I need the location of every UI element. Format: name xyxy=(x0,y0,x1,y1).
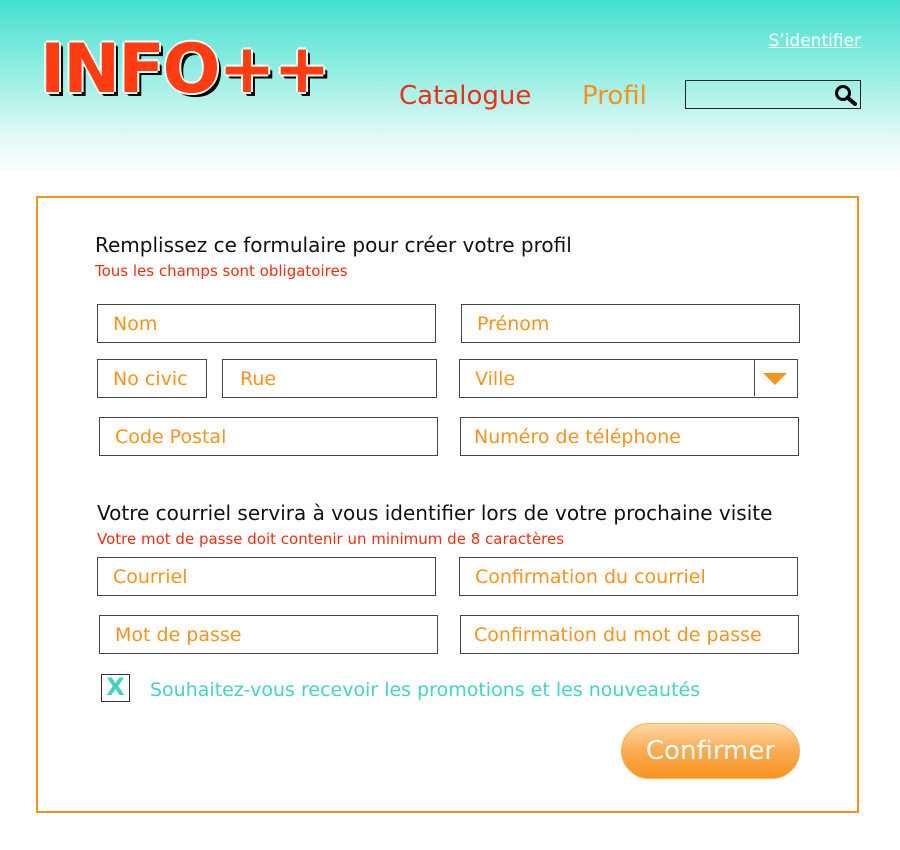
confirm-password-field[interactable]: Confirmation du mot de passe xyxy=(460,615,799,654)
section-heading-courriel: Votre courriel servira à vous identifier… xyxy=(97,501,773,525)
prenom-field[interactable]: Prénom xyxy=(461,304,800,343)
nav-profil[interactable]: Profil xyxy=(582,81,647,111)
password-field[interactable]: Mot de passe xyxy=(99,615,438,654)
confirm-password-placeholder: Confirmation du mot de passe xyxy=(474,624,762,646)
no-civic-field[interactable]: No civic xyxy=(97,359,207,398)
code-postal-field[interactable]: Code Postal xyxy=(99,417,438,456)
confirm-courriel-field[interactable]: Confirmation du courriel xyxy=(459,557,798,596)
header: INFO++ S’identifier Catalogue Profil xyxy=(0,0,900,175)
courriel-field[interactable]: Courriel xyxy=(97,557,436,596)
promo-checkbox[interactable]: X xyxy=(101,674,130,702)
courriel-placeholder: Courriel xyxy=(113,566,188,588)
telephone-placeholder: Numéro de téléphone xyxy=(474,426,681,448)
search-input[interactable] xyxy=(685,80,861,109)
promo-checkbox-label[interactable]: Souhaitez-vous recevoir les promotions e… xyxy=(150,679,700,701)
telephone-field[interactable]: Numéro de téléphone xyxy=(460,417,799,456)
rue-field[interactable]: Rue xyxy=(222,359,437,398)
no-civic-placeholder: No civic xyxy=(113,368,188,390)
section-heading-profile: Remplissez ce formulaire pour créer votr… xyxy=(95,233,572,257)
chevron-down-icon[interactable] xyxy=(763,373,787,385)
password-note: Votre mot de passe doit contenir un mini… xyxy=(97,530,565,548)
code-postal-placeholder: Code Postal xyxy=(115,426,227,448)
select-divider xyxy=(753,360,755,396)
confirm-courriel-placeholder: Confirmation du courriel xyxy=(475,566,706,588)
logo: INFO++ xyxy=(40,30,330,109)
nav-catalogue[interactable]: Catalogue xyxy=(399,81,531,111)
signin-link[interactable]: S’identifier xyxy=(769,31,862,51)
rue-placeholder: Rue xyxy=(240,368,277,390)
ville-placeholder: Ville xyxy=(475,368,516,390)
nom-placeholder: Nom xyxy=(113,313,158,335)
search-icon[interactable] xyxy=(834,84,858,106)
password-placeholder: Mot de passe xyxy=(115,624,242,646)
nom-field[interactable]: Nom xyxy=(97,304,436,343)
confirm-button[interactable]: Confirmer xyxy=(621,723,800,779)
ville-select[interactable]: Ville xyxy=(459,359,798,398)
required-note: Tous les champs sont obligatoires xyxy=(95,262,348,280)
prenom-placeholder: Prénom xyxy=(477,313,550,335)
